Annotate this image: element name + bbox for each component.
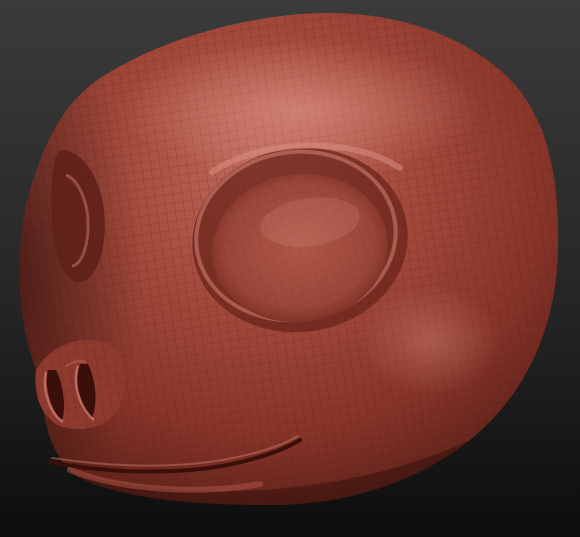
sculpt-viewport[interactable] — [0, 0, 580, 537]
sculpt-render — [0, 0, 580, 537]
